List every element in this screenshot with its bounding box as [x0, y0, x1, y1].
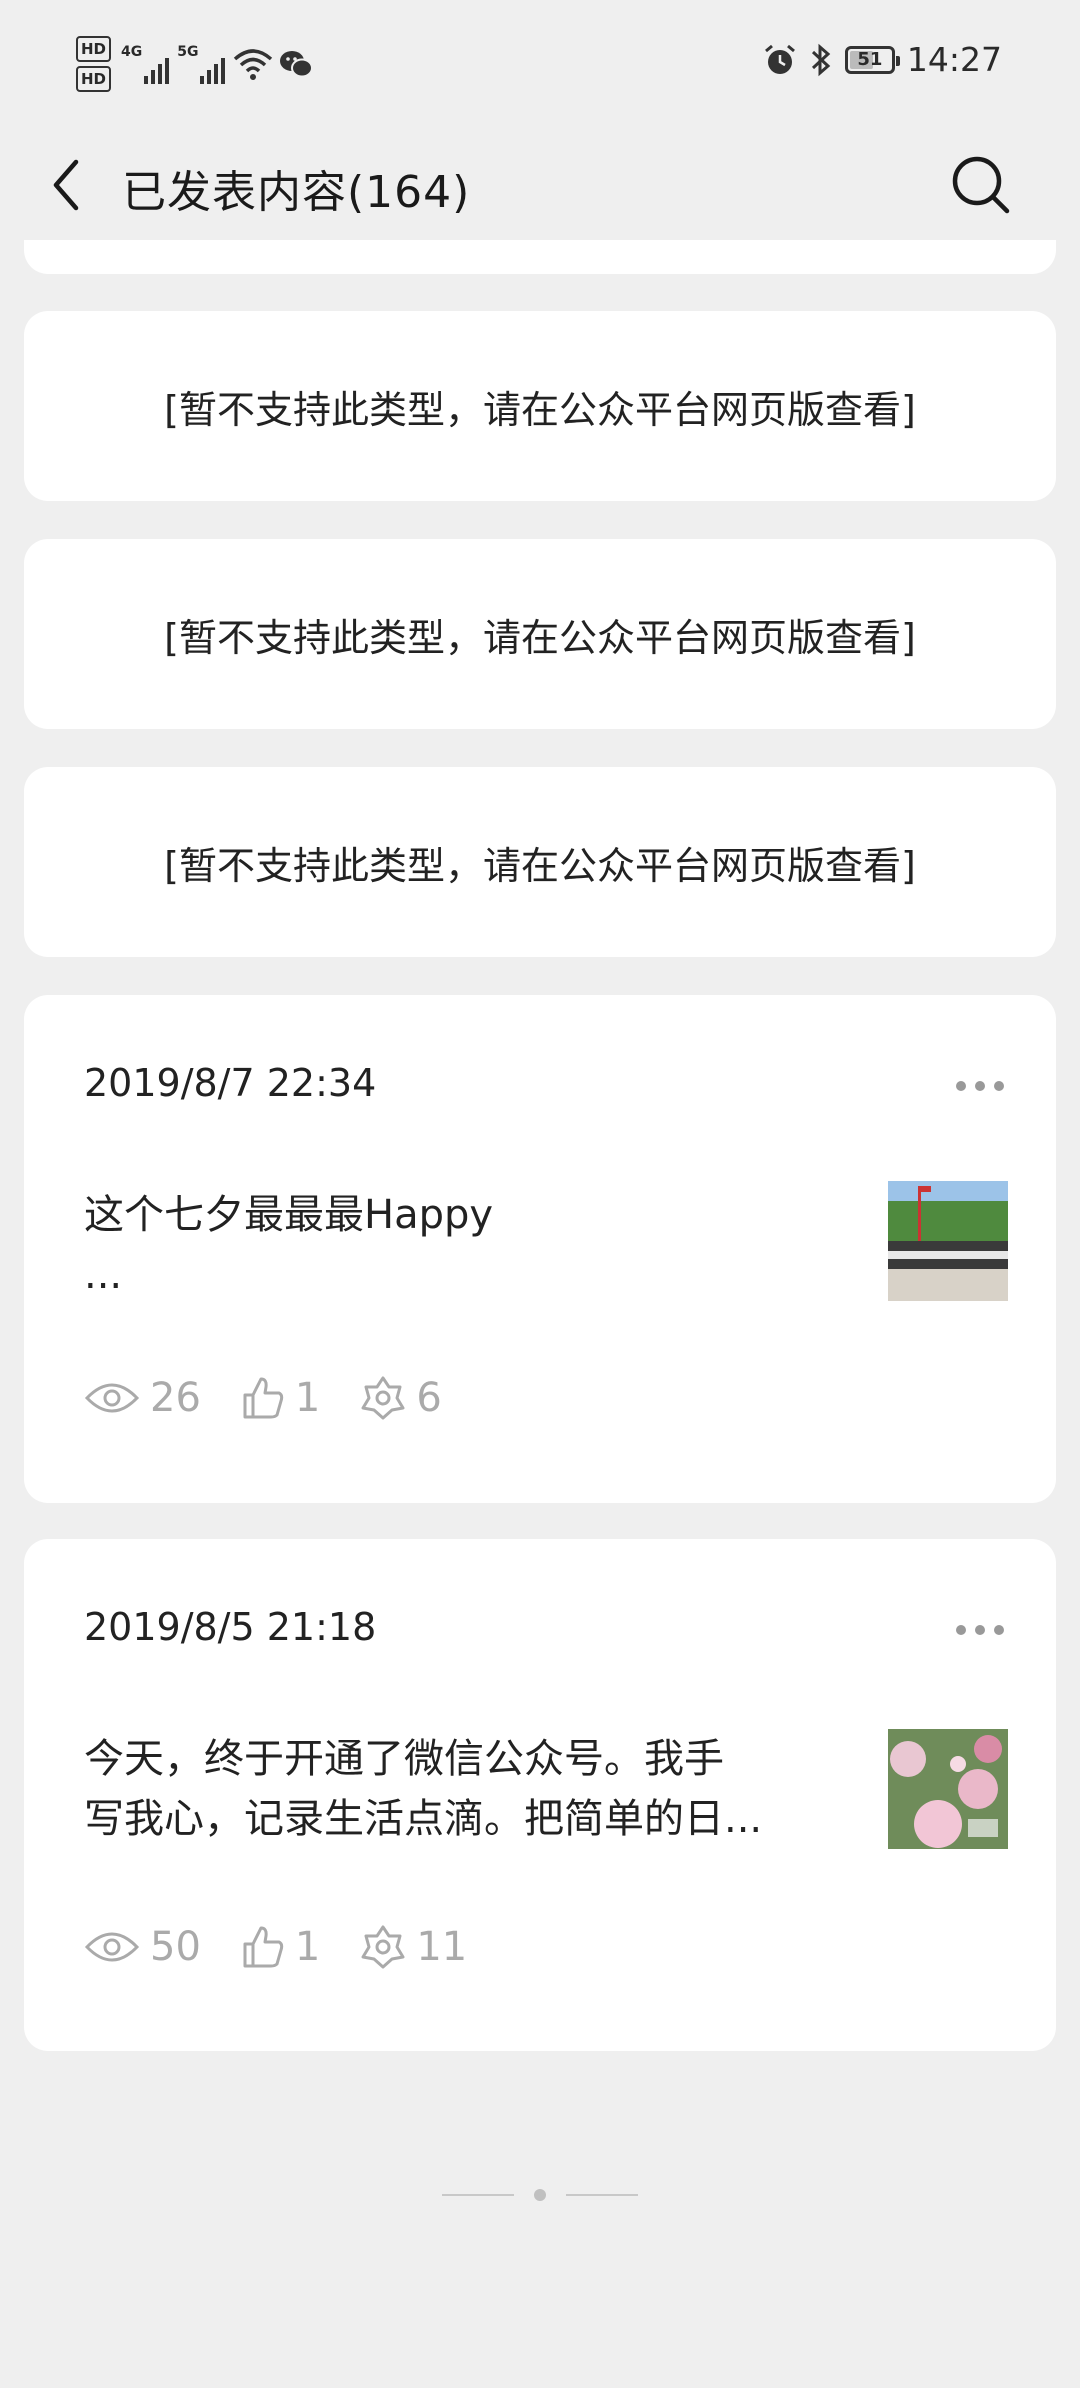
summary-line: ... [84, 1252, 123, 1298]
hd2-badge: HD [76, 66, 112, 92]
hd-indicators: HD HD [76, 36, 112, 92]
network-type-label: 5G [177, 44, 199, 60]
views-count: 26 [150, 1375, 201, 1421]
likes-stat: 1 [241, 1924, 320, 1970]
back-button[interactable] [36, 150, 96, 220]
thumbs-up-icon [243, 1926, 284, 1968]
more-options-button[interactable] [956, 1071, 1004, 1101]
shares-count: 6 [416, 1375, 442, 1421]
article-summary: 这个七夕最最最Happy ... [84, 1185, 864, 1305]
article-date: 2019/8/5 21:18 [84, 1605, 377, 1649]
eye-icon [84, 1932, 140, 1962]
alarm-icon [764, 44, 795, 74]
article-thumbnail [888, 1729, 1008, 1849]
views-stat: 50 [84, 1924, 201, 1970]
more-dot-icon [994, 1081, 1004, 1091]
status-right: 51 14:27 [763, 40, 1002, 79]
likes-count: 1 [294, 1924, 321, 1970]
summary-line: 这个七夕最最最Happy [84, 1192, 494, 1238]
summary-line: 写我心，记录生活点滴。把简单的日... [84, 1796, 763, 1842]
network-type-label: 4G [121, 44, 143, 60]
title-bar: 已发表内容(164) [0, 130, 1080, 240]
bluetooth-icon [811, 43, 831, 76]
article-summary: 今天，终于开通了微信公众号。我手 写我心，记录生活点滴。把简单的日... [84, 1729, 864, 1849]
battery-level: 51 [857, 49, 883, 70]
more-dot-icon [956, 1625, 966, 1635]
article-thumbnail [888, 1181, 1008, 1301]
likes-count: 1 [294, 1375, 321, 1421]
article-card[interactable]: 2019/8/7 22:34 这个七夕最最最Happy ... 26 1 6 [24, 995, 1056, 1503]
more-dot-icon [975, 1625, 985, 1635]
status-bar: HD HD 4G 5G 51 14:27 [0, 0, 1080, 130]
share-icon [361, 1925, 405, 1969]
summary-line: 今天，终于开通了微信公众号。我手 [84, 1736, 724, 1782]
unsupported-card[interactable]: [暂不支持此类型，请在公众平台网页版查看] [24, 539, 1056, 729]
article-date: 2019/8/7 22:34 [84, 1061, 377, 1105]
eye-icon [84, 1383, 140, 1413]
shares-stat: 11 [360, 1924, 467, 1970]
article-card[interactable]: 2019/8/5 21:18 今天，终于开通了微信公众号。我手 写我心，记录生活… [24, 1539, 1056, 2051]
wifi-icon [234, 49, 273, 80]
search-icon [952, 156, 1010, 214]
chevron-left-icon [53, 159, 79, 211]
more-dot-icon [975, 1081, 985, 1091]
wechat-icon [280, 51, 314, 78]
signal-icon: 4G [121, 44, 170, 84]
page-title: 已发表内容(164) [122, 167, 471, 218]
views-count: 50 [150, 1924, 201, 1970]
signal-icon: 5G [177, 44, 226, 84]
pager-dot [534, 2189, 546, 2201]
unsupported-card[interactable]: [暂不支持此类型，请在公众平台网页版查看] [24, 311, 1056, 501]
article-stats: 26 1 6 [84, 1375, 482, 1421]
pager-line [566, 2194, 638, 2196]
hd1-badge: HD [76, 36, 112, 62]
battery-icon: 51 [844, 45, 900, 74]
clipped-card [24, 240, 1056, 274]
more-dot-icon [956, 1081, 966, 1091]
views-stat: 26 [84, 1375, 201, 1421]
more-options-button[interactable] [956, 1615, 1004, 1645]
search-button[interactable] [946, 150, 1016, 220]
unsupported-card[interactable]: [暂不支持此类型，请在公众平台网页版查看] [24, 767, 1056, 957]
page-indicator [0, 2180, 1080, 2210]
clock: 14:27 [906, 40, 1002, 79]
unsupported-message: [暂不支持此类型，请在公众平台网页版查看] [164, 387, 916, 432]
thumbs-up-icon [243, 1377, 284, 1419]
likes-stat: 1 [241, 1375, 320, 1421]
share-icon [361, 1376, 405, 1420]
shares-count: 11 [416, 1924, 468, 1970]
article-stats: 50 1 11 [84, 1924, 507, 1970]
pager-line [442, 2194, 514, 2196]
more-dot-icon [994, 1625, 1004, 1635]
unsupported-message: [暂不支持此类型，请在公众平台网页版查看] [164, 843, 916, 888]
status-left: HD HD 4G 5G [76, 36, 314, 92]
unsupported-message: [暂不支持此类型，请在公众平台网页版查看] [164, 615, 916, 660]
shares-stat: 6 [360, 1375, 442, 1421]
